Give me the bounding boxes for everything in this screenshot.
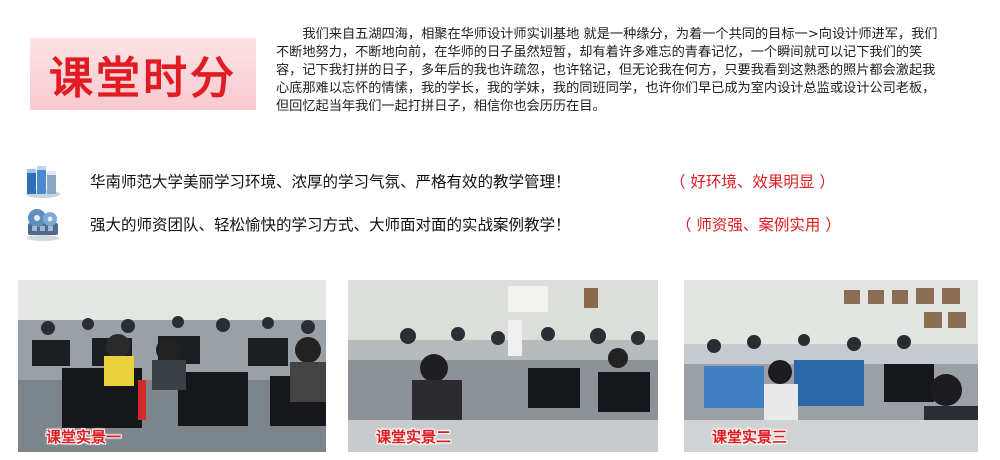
- classroom-photo-2: 课堂实景二: [348, 280, 658, 452]
- feature-text-environment: 华南师范大学美丽学习环境、浓厚的学习气氛、严格有效的教学管理！: [90, 173, 571, 191]
- photo-caption-2: 课堂实景二: [376, 428, 452, 446]
- feature-text-teachers: 强大的师资团队、轻松愉快的学习方式、大师面对面的实战案例教学！: [90, 216, 571, 234]
- section-title: 课堂时分: [49, 53, 237, 104]
- photo-caption-1: 课堂实景一: [46, 428, 122, 446]
- feature-tag-environment: （ 好环境、效果明显 ）: [670, 173, 835, 191]
- photo-caption-3: 课堂实景三: [712, 428, 788, 446]
- section-title-banner: 课堂时分: [30, 38, 256, 110]
- books-icon: [24, 163, 62, 199]
- feature-tag-teachers: （ 师资强、案例实用 ）: [676, 216, 841, 234]
- classroom-photo-3: 课堂实景三: [684, 280, 978, 452]
- intro-paragraph: 我们来自五湖四海，相聚在华师设计师实训基地 就是一种缘分，为着一个共同的目标一>…: [276, 27, 938, 114]
- classroom-photo-1: 课堂实景一: [18, 280, 326, 452]
- feature-row-environment: 华南师范大学美丽学习环境、浓厚的学习气氛、严格有效的教学管理！ （ 好环境、效果…: [24, 163, 984, 199]
- feature-row-teachers: 强大的师资团队、轻松愉快的学习方式、大师面对面的实战案例教学！ （ 师资强、案例…: [24, 206, 984, 242]
- film-reel-icon: [24, 206, 62, 242]
